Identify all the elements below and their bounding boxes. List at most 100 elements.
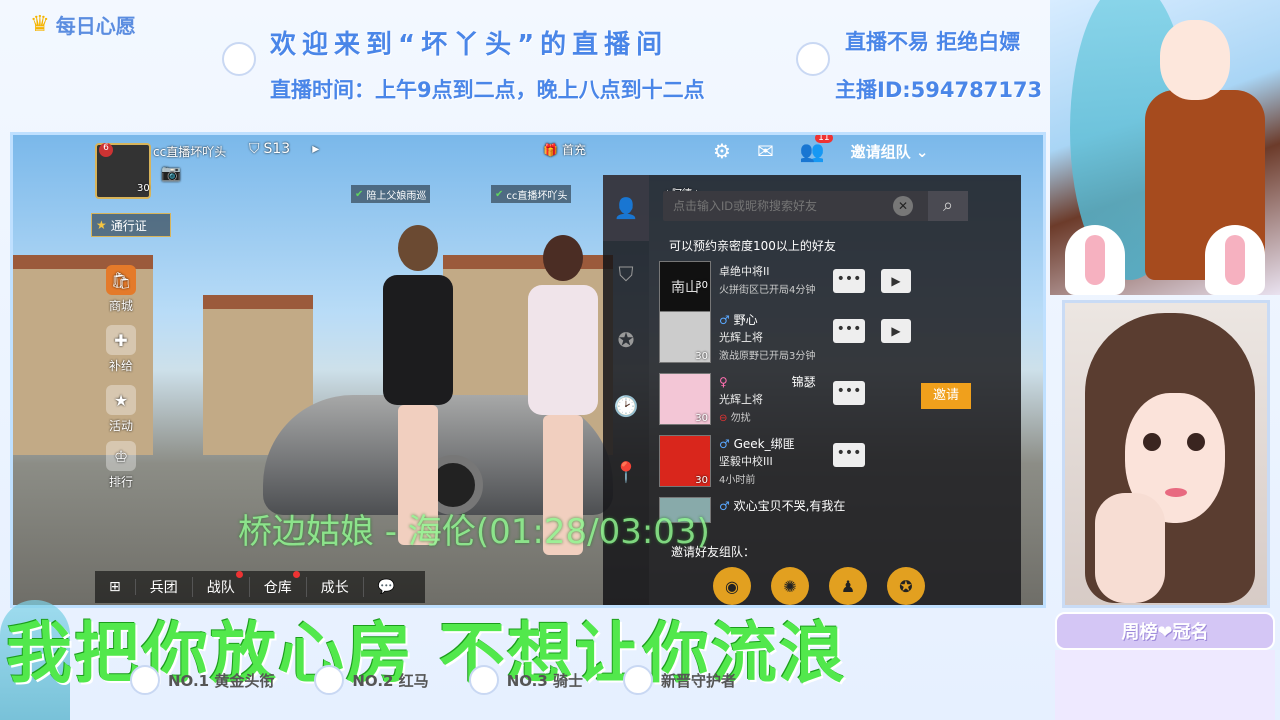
bunny-ear-left bbox=[1065, 225, 1125, 295]
teammate-name: 陪上父娘雨巡 bbox=[366, 190, 427, 202]
tab-location[interactable]: 📍 bbox=[603, 439, 649, 505]
tab-squad[interactable]: ⛉ bbox=[603, 241, 649, 307]
side-menu-supply[interactable]: ✚ 补给 bbox=[101, 325, 141, 374]
mail-icon[interactable]: ✉ bbox=[757, 139, 774, 163]
character-head bbox=[398, 225, 438, 271]
friends-hint: 可以预约亲密度100以上的好友 bbox=[669, 239, 836, 253]
side-menu-label: 补给 bbox=[108, 359, 133, 373]
tab-recent[interactable]: 🕑 bbox=[603, 373, 649, 439]
gift-ticker: NO.1 黄金头衔 NO.2 红马 NO.3 骑士 新晋守护者 bbox=[130, 662, 1050, 698]
nav-warehouse[interactable]: 仓库 bbox=[250, 571, 307, 597]
nav-growth[interactable]: 成长 bbox=[307, 577, 364, 597]
clear-icon[interactable]: ✕ bbox=[893, 196, 913, 216]
friend-name: ♂ Geek_绑匪 bbox=[719, 437, 795, 451]
teammate-tag[interactable]: ✔ 陪上父娘雨巡 bbox=[351, 185, 431, 203]
character-body bbox=[383, 275, 453, 405]
webcam-hand bbox=[1095, 493, 1165, 603]
ticker-item: NO.3 骑士 bbox=[468, 665, 583, 695]
check-icon: ✔ bbox=[355, 188, 364, 200]
ranking-icon: ♔ bbox=[106, 441, 136, 471]
chat-button[interactable]: ••• bbox=[833, 319, 865, 343]
ticker-item: 新晋守护者 bbox=[623, 665, 736, 695]
video-button[interactable]: ▶ bbox=[881, 319, 911, 343]
bunny-ear-right bbox=[1205, 225, 1265, 295]
friend-status: 4小时前 bbox=[719, 475, 756, 486]
side-menu-shop[interactable]: 🛍 商城 bbox=[101, 265, 141, 314]
friend-name: ♂ 野心 bbox=[719, 313, 758, 327]
side-menu-label: 活动 bbox=[108, 419, 133, 433]
chevron-right-icon: ▸ bbox=[312, 141, 320, 157]
daily-wish-badge[interactable]: ♛ 每日心愿 bbox=[30, 10, 136, 39]
host-id: 主播ID:594787173 bbox=[835, 78, 1043, 102]
battle-pass-label: 通行证 bbox=[110, 218, 147, 233]
friend-row[interactable]: 30 ♂ Geek_绑匪 坚毅中校III 4小时前 ••• bbox=[653, 431, 1013, 493]
search-icon[interactable]: ⌕ bbox=[928, 191, 968, 221]
tab-rank[interactable]: ✪ bbox=[603, 307, 649, 373]
friend-avatar: 30 bbox=[659, 435, 711, 487]
friend-avatar: 30 bbox=[659, 373, 711, 425]
friend-avatar: 30 bbox=[659, 311, 711, 363]
side-menu-ranking[interactable]: ♔ 排行 bbox=[101, 441, 141, 490]
welcome-title: 欢迎来到“坏丫头”的直播间 bbox=[270, 30, 669, 60]
avatar-badge-num: 30 bbox=[137, 183, 150, 194]
notification-dot bbox=[235, 571, 243, 578]
stream-slogan: 直播不易 拒绝白嫖 bbox=[845, 30, 1021, 54]
character-head bbox=[543, 235, 583, 281]
top-right-controls: ⚙ ✉ 👥 11 邀请组队 ⌄ bbox=[713, 135, 929, 163]
weekly-rank-banner[interactable]: 周榜❤冠名 bbox=[1055, 612, 1275, 650]
teammate-name: cc直播坏吖头 bbox=[506, 190, 568, 202]
season-label: S13 bbox=[263, 141, 291, 157]
season-indicator[interactable]: ⛉ S13 ▸ bbox=[249, 141, 319, 157]
eye-right bbox=[1187, 433, 1205, 451]
video-button[interactable]: ▶ bbox=[881, 269, 911, 293]
friend-status: ⊖ 勿扰 bbox=[719, 413, 751, 424]
settings-gear-icon[interactable]: ⚙ bbox=[713, 139, 731, 163]
side-menu-label: 排行 bbox=[108, 475, 133, 489]
chat-icon[interactable]: 💬 bbox=[364, 579, 409, 595]
chevron-down-icon: ⌄ bbox=[915, 142, 929, 161]
first-recharge-button[interactable]: 🎁 首充 bbox=[543, 141, 586, 158]
teammate-tag[interactable]: ✔ cc直播坏吖头 bbox=[491, 185, 572, 203]
ticker-item: NO.1 黄金头衔 bbox=[130, 665, 274, 695]
star-icon: ★ bbox=[96, 218, 107, 232]
battle-pass-button[interactable]: ★ 通行证 bbox=[91, 213, 171, 237]
first-recharge-label: 首充 bbox=[561, 143, 586, 157]
eye-left bbox=[1143, 433, 1161, 451]
friend-row[interactable]: 30 ♂ 野心 光辉上将 激战原野已开局3分钟 ••• ▶ bbox=[653, 307, 1013, 369]
friends-count-badge: 11 bbox=[815, 135, 833, 143]
now-playing-song: 桥边姑娘 - 海伦(01:28/03:03) bbox=[238, 512, 710, 552]
tab-friends[interactable]: 👤 bbox=[603, 175, 649, 241]
character-body bbox=[528, 285, 598, 415]
qzone-icon[interactable]: ✪ bbox=[887, 567, 925, 605]
friend-status: 火拼街区已开局4分钟 bbox=[719, 285, 816, 296]
chat-button[interactable]: ••• bbox=[833, 443, 865, 467]
friend-name: ♂ 欢心宝贝不哭,有我在 bbox=[719, 499, 846, 513]
crown-icon: ♛ bbox=[30, 12, 50, 37]
anime-face bbox=[1160, 20, 1230, 100]
nav-corps[interactable]: 兵团 bbox=[136, 577, 193, 597]
friends-icon[interactable]: 👥 11 bbox=[800, 135, 833, 163]
side-menu-events[interactable]: ★ 活动 bbox=[101, 385, 141, 434]
invite-team-button[interactable]: 邀请组队 ⌄ bbox=[851, 141, 929, 162]
friend-rank: 光辉上将 bbox=[719, 331, 763, 344]
camera-icon[interactable]: 📷 bbox=[161, 163, 181, 182]
chat-button[interactable]: ••• bbox=[833, 381, 865, 405]
bunny-icon bbox=[314, 665, 345, 695]
invite-team-label: 邀请组队 bbox=[850, 142, 911, 161]
gift-icon: 🎁 bbox=[543, 142, 558, 157]
friend-row[interactable]: 30 ♀ 锦瑟 光辉上将 ⊖ 勿扰 ••• 邀请 bbox=[653, 369, 1013, 431]
friend-rank: 卓绝中将II bbox=[719, 265, 770, 278]
check-icon: ✔ bbox=[495, 188, 504, 200]
bunny-icon bbox=[796, 42, 830, 76]
nav-team[interactable]: 战队 bbox=[193, 571, 250, 597]
avatar-level-badge: 6 bbox=[99, 143, 113, 157]
bottom-nav: ⊞ 兵团 战队 仓库 成长 💬 bbox=[95, 571, 425, 603]
chat-button[interactable]: ••• bbox=[833, 269, 865, 293]
invite-button[interactable]: 邀请 bbox=[921, 383, 971, 409]
stream-hours: 直播时间：上午9点到二点，晚上八点到十二点 bbox=[270, 78, 705, 102]
supply-icon: ✚ bbox=[106, 325, 136, 355]
menu-grid-icon[interactable]: ⊞ bbox=[95, 579, 136, 595]
notification-dot bbox=[292, 571, 300, 578]
bunny-icon bbox=[222, 42, 256, 76]
shop-icon: 🛍 bbox=[106, 265, 136, 295]
